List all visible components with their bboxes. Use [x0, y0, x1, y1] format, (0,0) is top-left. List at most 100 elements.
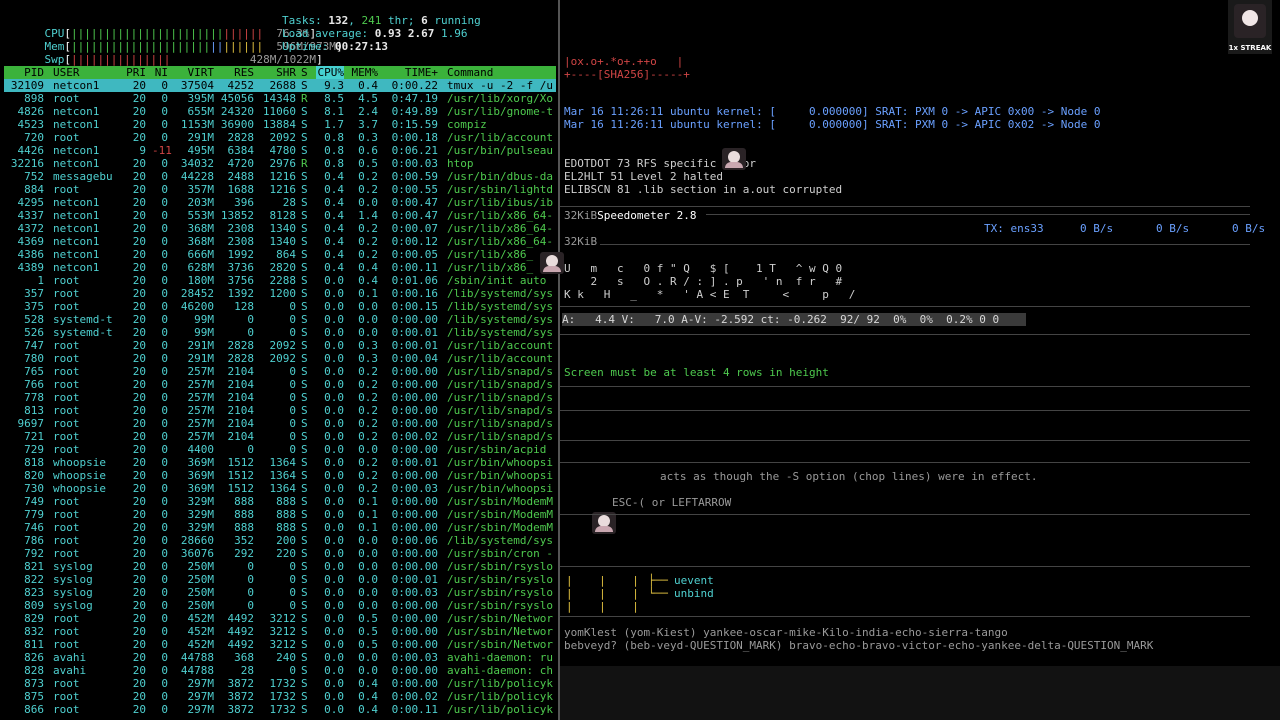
swp-meter-label: Swp — [44, 53, 65, 66]
process-virt: 250M — [187, 586, 215, 599]
process-row[interactable]: 4389 netcon1 20 0 628M 3736 2820 S 0.4 0.4 0:00.11… — [4, 261, 556, 274]
streak-badge: 1x STREAK — [1228, 0, 1272, 54]
process-pid: 4523 — [17, 118, 45, 131]
process-row[interactable]: 884 root 20 0 357M 1688 1216 S 0.4 0.2 0:00.55/usr… — [4, 183, 556, 196]
process-user: avahi — [53, 664, 87, 677]
process-row[interactable]: 766 root 20 0 257M 2104 0 S 0.0 0.2 0:00.00/usr/li… — [4, 378, 556, 391]
process-virt: 257M — [187, 378, 215, 391]
process-res: 0 — [247, 599, 254, 612]
col-res[interactable]: RES — [216, 66, 254, 79]
process-virt: 628M — [187, 261, 215, 274]
process-ni: 0 — [161, 365, 168, 378]
col-state[interactable]: S — [301, 66, 308, 79]
col-time[interactable]: TIME+ — [384, 66, 438, 79]
divider — [560, 566, 1250, 567]
process-cmd: /lib/systemd/sys — [447, 326, 553, 339]
process-time: 0:00.05 — [391, 248, 438, 261]
process-row[interactable]: 792 root 20 0 36076 292 220 S 0.0 0.0 0:00.00/usr/… — [4, 547, 556, 560]
process-virt: 369M — [187, 482, 215, 495]
col-mem[interactable]: MEM% — [350, 66, 379, 79]
process-row[interactable]: 9697 root 20 0 257M 2104 0 S 0.0 0.2 0:00.00/usr/l… — [4, 417, 556, 430]
process-res: 2104 — [227, 391, 255, 404]
process-row[interactable]: 4426 netcon1 9 -11 495M 6384 4780 S 0.8 0.6 0:06.2… — [4, 144, 556, 157]
process-row[interactable]: 752 messagebu 20 0 44228 2488 1216 S 0.4 0.2 0:00.… — [4, 170, 556, 183]
process-row[interactable]: 875 root 20 0 297M 3872 1732 S 0.0 0.4 0:00.02/usr… — [4, 690, 556, 703]
process-row[interactable]: 809 syslog 20 0 250M 0 0 S 0.0 0.0 0:00.00/usr/sbi… — [4, 599, 556, 612]
process-virt: 44788 — [180, 664, 214, 677]
col-virt[interactable]: VIRT — [174, 66, 215, 79]
process-row[interactable]: 822 syslog 20 0 250M 0 0 S 0.0 0.0 0:00.01/usr/sbi… — [4, 573, 556, 586]
process-cmd: /lib/systemd/sys — [447, 287, 553, 300]
process-row[interactable]: 720 root 20 0 291M 2828 2092 S 0.8 0.3 0:00.18/usr… — [4, 131, 556, 144]
process-pid: 818 — [24, 456, 44, 469]
process-row[interactable]: 786 root 20 0 28660 352 200 S 0.0 0.0 0:00.06/lib/… — [4, 534, 556, 547]
process-row[interactable]: 4372 netcon1 20 0 368M 2308 1340 S 0.4 0.2 0:00.07… — [4, 222, 556, 235]
process-row[interactable]: 866 root 20 0 297M 3872 1732 S 0.0 0.4 0:00.11/usr… — [4, 703, 556, 716]
process-row[interactable]: 721 root 20 0 257M 2104 0 S 0.0 0.2 0:00.02/usr/li… — [4, 430, 556, 443]
process-res: 4492 — [227, 625, 255, 638]
col-ni[interactable]: NI — [152, 66, 168, 79]
process-virt: 329M — [187, 521, 215, 534]
process-row[interactable]: 811 root 20 0 452M 4492 3212 S 0.0 0.5 0:00.00/usr… — [4, 638, 556, 651]
process-row[interactable]: 357 root 20 0 28452 1392 1200 S 0.0 0.1 0:00.16/li… — [4, 287, 556, 300]
process-virt: 37504 — [180, 79, 214, 92]
process-row[interactable]: 828 avahi 20 0 44788 28 0 S 0.0 0.0 0:00.00 avahi-d… — [4, 664, 556, 677]
process-pri: 20 — [132, 430, 146, 443]
process-row[interactable]: 749 root 20 0 329M 888 888 S 0.0 0.1 0:00.00/usr/s… — [4, 495, 556, 508]
process-row[interactable]: 729 root 20 0 4400 0 0 S 0.0 0.0 0:00.00/usr/sbin/… — [4, 443, 556, 456]
pane-divider[interactable] — [558, 0, 560, 720]
process-pid: 357 — [24, 287, 44, 300]
process-row[interactable]: 832 root 20 0 452M 4492 3212 S 0.0 0.5 0:00.00/usr… — [4, 625, 556, 638]
process-row[interactable]: 821 syslog 20 0 250M 0 0 S 0.0 0.0 0:00.00/usr/sbi… — [4, 560, 556, 573]
process-st: S — [301, 430, 308, 443]
process-row[interactable]: 898 root 20 0 395M 45056 14348 R 8.5 4.5 0:47.19/u… — [4, 92, 556, 105]
process-user: root — [53, 352, 80, 365]
process-row[interactable]: 375 root 20 0 46200 128 0 S 0.0 0.0 0:00.15/lib/sy… — [4, 300, 556, 313]
col-pri[interactable]: PRI — [122, 66, 146, 79]
process-row[interactable]: 746 root 20 0 329M 888 888 S 0.0 0.1 0:00.00/usr/s… — [4, 521, 556, 534]
speedo-scale: 32KiB — [564, 209, 598, 222]
process-row[interactable]: 873 root 20 0 297M 3872 1732 S 0.0 0.4 0:00.00/usr… — [4, 677, 556, 690]
process-row[interactable]: 4369 netcon1 20 0 368M 2308 1340 S 0.4 0.2 0:00.12… — [4, 235, 556, 248]
process-pri: 20 — [132, 222, 146, 235]
col-shr[interactable]: SHR — [256, 66, 296, 79]
process-row[interactable]: 747 root 20 0 291M 2828 2092 S 0.0 0.3 0:00.01/usr… — [4, 339, 556, 352]
process-cmd: avahi-daemon: ch — [447, 664, 553, 677]
process-row[interactable]: 730 whoopsie 20 0 369M 1512 1364 S 0.0 0.2 0:00.03… — [4, 482, 556, 495]
process-row[interactable]: 778 root 20 0 257M 2104 0 S 0.0 0.2 0:00.00/usr/li… — [4, 391, 556, 404]
process-row[interactable]: 823 syslog 20 0 250M 0 0 S 0.0 0.0 0:00.03/usr/sbi… — [4, 586, 556, 599]
process-cmd: /usr/sbin/lightd — [447, 183, 553, 196]
col-command[interactable]: Command — [447, 66, 493, 79]
process-row[interactable]: 826 avahi 20 0 44788 368 240 S 0.0 0.0 0:00.03 avah… — [4, 651, 556, 664]
process-row[interactable]: 4826 netcon1 20 0 655M 24320 11060 S 8.1 2.4 0:49.… — [4, 105, 556, 118]
col-cpu[interactable]: CPU% — [316, 66, 344, 79]
process-pri: 20 — [132, 352, 146, 365]
process-row[interactable]: 829 root 20 0 452M 4492 3212 S 0.0 0.5 0:00.00/usr… — [4, 612, 556, 625]
process-row[interactable]: 780 root 20 0 291M 2828 2092 S 0.0 0.3 0:00.04/usr… — [4, 352, 556, 365]
process-row[interactable]: 779 root 20 0 329M 888 888 S 0.0 0.1 0:00.00/usr/s… — [4, 508, 556, 521]
col-user[interactable]: USER — [53, 66, 80, 79]
process-ni: 0 — [161, 443, 168, 456]
process-shr: 0 — [289, 391, 296, 404]
process-row[interactable]: 4523 netcon1 20 0 1153M 36900 13884 S 1.7 3.7 0:15… — [4, 118, 556, 131]
process-cpu: 0.0 — [324, 313, 344, 326]
process-ni: 0 — [161, 339, 168, 352]
process-ni: 0 — [161, 430, 168, 443]
process-row[interactable]: 528 systemd-t 20 0 99M 0 0 S 0.0 0.0 0:00.00/lib/s… — [4, 313, 556, 326]
process-res: 2308 — [227, 222, 255, 235]
process-row[interactable]: 4386 netcon1 20 0 666M 1992 864 S 0.4 0.2 0:00.05 /… — [4, 248, 556, 261]
process-row[interactable]: 765 root 20 0 257M 2104 0 S 0.0 0.2 0:00.00/usr/li… — [4, 365, 556, 378]
process-pri: 20 — [132, 456, 146, 469]
process-row[interactable]: 32109 netcon1 20 0 37504 4252 2688 S 9.3 0.4 0:00.… — [4, 79, 556, 92]
process-user: netcon1 — [53, 248, 100, 261]
process-row[interactable]: 4295 netcon1 20 0 203M 396 28 S 0.4 0.0 0:00.47/us… — [4, 196, 556, 209]
col-pid[interactable]: PID — [4, 66, 44, 79]
process-row[interactable]: 813 root 20 0 257M 2104 0 S 0.0 0.2 0:00.00/usr/li… — [4, 404, 556, 417]
process-row[interactable]: 526 systemd-t 20 0 99M 0 0 S 0.0 0.0 0:00.01/lib/s… — [4, 326, 556, 339]
process-row[interactable]: 4337 netcon1 20 0 553M 13852 8128 S 0.4 1.4 0:00.4… — [4, 209, 556, 222]
process-row[interactable]: 818 whoopsie 20 0 369M 1512 1364 S 0.0 0.2 0:00.01… — [4, 456, 556, 469]
process-row[interactable]: 1 root 20 0 180M 3756 2288 S 0.0 0.4 0:01.06/sbin/… — [4, 274, 556, 287]
process-row[interactable]: 820 whoopsie 20 0 369M 1512 1364 S 0.0 0.2 0:00.00… — [4, 469, 556, 482]
process-row[interactable]: 32216 netcon1 20 0 34032 4720 2976 R 0.8 0.5 0:00.… — [4, 157, 556, 170]
process-user: avahi — [53, 651, 87, 664]
